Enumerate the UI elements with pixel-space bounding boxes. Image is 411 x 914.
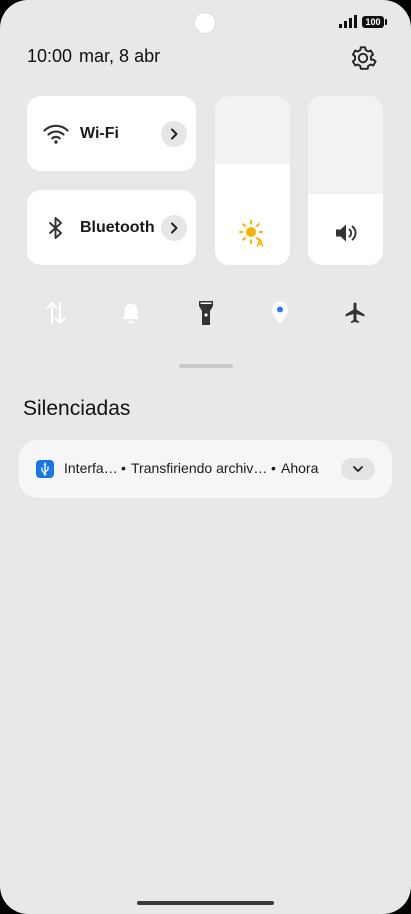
location-icon [271, 301, 288, 323]
brightness-slider-fill [215, 163, 290, 265]
notification-expand-button[interactable] [341, 458, 375, 480]
clock-date: mar, 8 abr [79, 46, 161, 66]
location-toggle[interactable] [251, 284, 308, 341]
bluetooth-tile[interactable]: Bluetooth [27, 190, 196, 265]
status-bar: 100 [339, 15, 387, 28]
battery-icon: 100 [362, 15, 387, 28]
mobile-data-toggle[interactable] [27, 284, 84, 341]
brightness-slider[interactable] [215, 96, 290, 265]
drag-handle[interactable] [179, 364, 233, 368]
chevron-right-icon[interactable] [161, 214, 187, 241]
clock-time: 10:00 [27, 46, 73, 66]
chevron-right-icon[interactable] [161, 120, 187, 147]
bluetooth-icon [43, 215, 69, 241]
notification-message: Transfiriendo archiv… [131, 460, 268, 476]
data-transfer-icon [45, 301, 66, 324]
quick-settings-panel: 100 10:00 mar, 8 abr Wi-Fi Bluetooth Sil… [0, 0, 411, 914]
notification-separator: • [121, 460, 126, 476]
bluetooth-label: Bluetooth [80, 218, 155, 236]
notification-time: Ahora [281, 460, 319, 476]
volume-icon [335, 224, 356, 242]
volume-slider[interactable] [308, 96, 383, 265]
auto-brightness-icon [238, 220, 263, 247]
usb-icon [36, 460, 54, 478]
front-camera [194, 12, 216, 34]
section-title: Silenciadas [23, 397, 131, 420]
flashlight-toggle[interactable] [177, 284, 234, 341]
airplane-mode-toggle[interactable] [326, 284, 383, 341]
datetime: 10:00 mar, 8 abr [27, 46, 160, 67]
wifi-icon [43, 121, 69, 147]
gear-icon[interactable] [348, 43, 378, 73]
notification-app-name: Interfa… [64, 460, 118, 476]
wifi-label: Wi-Fi [80, 124, 119, 142]
bell-icon [122, 303, 139, 323]
wifi-tile[interactable]: Wi-Fi [27, 96, 196, 171]
battery-level: 100 [365, 16, 381, 27]
flashlight-icon [198, 300, 213, 325]
notification-separator: • [271, 460, 276, 476]
chevron-down-icon [353, 466, 363, 472]
sound-toggle[interactable] [102, 284, 159, 341]
home-indicator[interactable] [137, 901, 274, 905]
airplane-icon [345, 302, 364, 323]
notification-card[interactable]: Interfa… • Transfiriendo archiv… • Ahora [19, 440, 392, 498]
signal-icon [339, 15, 357, 28]
